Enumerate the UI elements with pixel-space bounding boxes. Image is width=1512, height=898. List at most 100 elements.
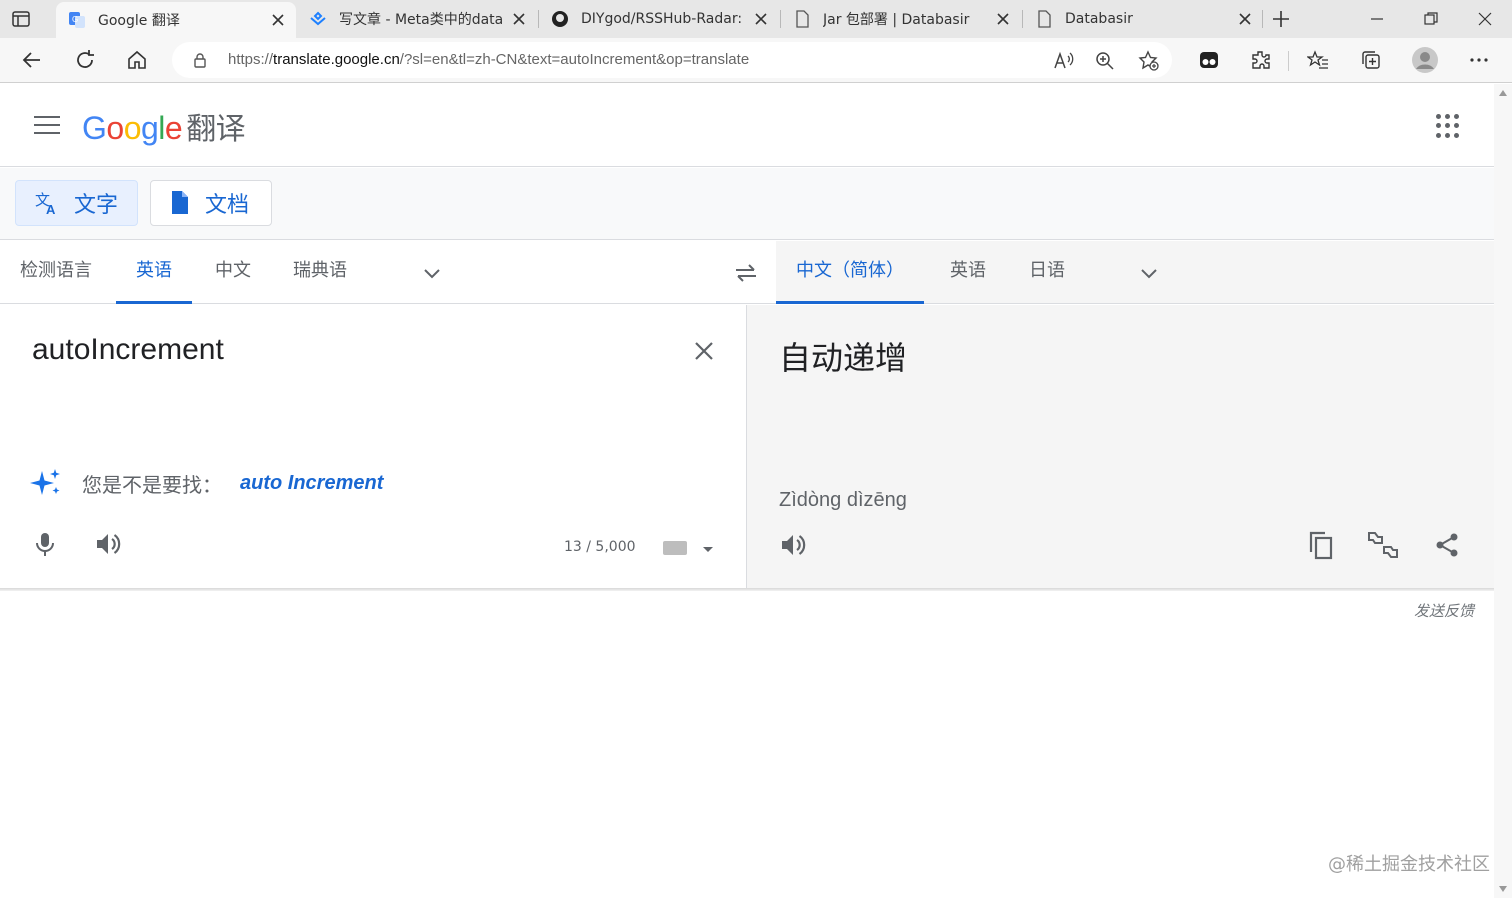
tab-databasir-jar[interactable]: Jar 包部署 | Databasir: [781, 0, 1021, 38]
swap-languages-icon[interactable]: [732, 259, 760, 287]
clear-source-icon[interactable]: [690, 337, 718, 365]
logo-letter: g: [140, 110, 159, 146]
suggestion-link[interactable]: auto Increment: [240, 472, 383, 495]
copy-translation-icon[interactable]: [1305, 529, 1337, 561]
extension-tampermonkey-icon[interactable]: [1198, 49, 1220, 71]
google-wordmark: Google: [82, 110, 183, 146]
address-bar[interactable]: https://translate.google.cn/?sl=en&tl=zh…: [172, 42, 1172, 78]
document-icon: [169, 190, 191, 216]
scroll-down-arrow-icon[interactable]: [1499, 886, 1507, 892]
juejin-favicon-icon: [309, 10, 327, 28]
translation-mode-bar: 文A 文字 文档: [0, 168, 1494, 240]
did-you-mean-prompt: 您是不是要找：: [82, 472, 222, 497]
keyboard-icon[interactable]: [663, 541, 687, 555]
google-translate-logo[interactable]: Google 翻译: [82, 104, 246, 148]
lock-icon[interactable]: [192, 52, 208, 68]
tab-github[interactable]: DIYgod/RSSHub-Radar: 🍰: [539, 0, 779, 38]
browser-tab-bar: G Google 翻译 写文章 - Meta类中的data DIYgod/RSS…: [0, 0, 1512, 38]
close-tab-icon[interactable]: [270, 12, 286, 28]
tab-databasir[interactable]: Databasir: [1023, 0, 1263, 38]
close-tab-icon[interactable]: [511, 11, 527, 27]
microphone-icon[interactable]: [30, 529, 60, 559]
page-favicon-icon: [1035, 10, 1053, 28]
did-you-mean: 您是不是要找： auto Increment: [30, 467, 383, 499]
watermark-text: @稀土掘金技术社区: [1328, 854, 1490, 875]
close-tab-icon[interactable]: [753, 11, 769, 27]
source-lang-chinese[interactable]: 中文: [195, 241, 271, 304]
source-panel: autoIncrement 您是不是要找： auto Increment 13 …: [0, 305, 745, 588]
target-lang-chinese-simplified[interactable]: 中文（简体）: [776, 241, 924, 304]
mode-document-button[interactable]: 文档: [150, 180, 272, 226]
target-lang-bar: 中文（简体） 英语 日语: [776, 241, 1494, 304]
rate-translation-icon[interactable]: [1367, 529, 1399, 561]
panel-shadow: [0, 588, 1494, 591]
url-path: /?sl=en&tl=zh-CN&text=autoIncrement&op=t…: [399, 51, 750, 68]
romanization-text: Zìdòng dìzēng: [779, 489, 907, 511]
extensions-icon[interactable]: [1250, 49, 1272, 71]
toolbar-divider: [1288, 51, 1289, 71]
language-bar: 检测语言 英语 中文 瑞典语 中文（简体） 英语 日语: [0, 241, 1494, 304]
tab-juejin[interactable]: 写文章 - Meta类中的data: [297, 0, 537, 38]
source-lang-swedish[interactable]: 瑞典语: [273, 241, 367, 304]
more-options-icon[interactable]: [1468, 49, 1490, 71]
close-tab-icon[interactable]: [995, 11, 1011, 27]
google-apps-icon[interactable]: [1436, 114, 1460, 138]
url-host: translate.google.cn: [273, 51, 400, 68]
add-favorite-icon[interactable]: [1138, 50, 1160, 72]
svg-text:A: A: [46, 202, 56, 216]
logo-letter: o: [123, 110, 142, 146]
collections-icon[interactable]: [1360, 49, 1382, 71]
url-text[interactable]: https://translate.google.cn/?sl=en&tl=zh…: [228, 51, 749, 68]
logo-letter: G: [82, 110, 107, 146]
page-scrollbar[interactable]: [1494, 84, 1512, 898]
minimize-icon[interactable]: [1368, 10, 1386, 28]
mode-text-button[interactable]: 文A 文字: [15, 180, 138, 226]
profile-avatar-icon[interactable]: [1412, 47, 1438, 73]
send-feedback-link[interactable]: 发送反馈: [1414, 600, 1474, 621]
favorites-icon[interactable]: [1307, 49, 1329, 71]
close-window-icon[interactable]: [1476, 10, 1494, 28]
source-lang-english[interactable]: 英语: [116, 241, 192, 304]
target-lang-japanese[interactable]: 日语: [1009, 241, 1085, 304]
back-icon[interactable]: [20, 48, 44, 72]
new-tab-icon[interactable]: [1270, 8, 1292, 30]
target-lang-english[interactable]: 英语: [930, 241, 1006, 304]
tab-label: Google 翻译: [98, 13, 180, 29]
mode-text-label: 文字: [74, 193, 119, 218]
translated-text: 自动递增: [779, 339, 908, 377]
svg-text:G: G: [72, 15, 78, 24]
refresh-icon[interactable]: [73, 48, 97, 72]
character-count: 13 / 5,000: [564, 539, 636, 555]
close-tab-icon[interactable]: [1237, 11, 1253, 27]
source-lang-detect[interactable]: 检测语言: [0, 241, 112, 304]
listen-source-speaker-icon[interactable]: [93, 529, 123, 559]
mode-document-label: 文档: [205, 193, 250, 218]
logo-letter: l: [158, 110, 165, 146]
page-favicon-icon: [793, 10, 811, 28]
share-translation-icon[interactable]: [1431, 529, 1463, 561]
listen-translation-speaker-icon[interactable]: [777, 529, 809, 561]
input-tools-dropdown-icon[interactable]: [703, 547, 713, 552]
restore-icon[interactable]: [1422, 10, 1440, 28]
google-translate-favicon-icon: G: [68, 11, 86, 29]
source-more-languages-chevron-icon[interactable]: [420, 261, 444, 285]
translate-page: Google 翻译 文A 文字 文档 检测语言 英语 中文 瑞典语 中文（简体）…: [0, 84, 1494, 898]
home-icon[interactable]: [125, 48, 149, 72]
logo-letter: o: [106, 110, 124, 146]
main-menu-icon[interactable]: [34, 116, 60, 136]
target-more-languages-chevron-icon[interactable]: [1137, 261, 1161, 285]
tab-label: Databasir: [1065, 11, 1133, 27]
read-aloud-icon[interactable]: [1052, 50, 1074, 72]
source-text-input[interactable]: autoIncrement: [32, 333, 224, 367]
scroll-up-arrow-icon[interactable]: [1499, 90, 1507, 96]
browser-toolbar: https://translate.google.cn/?sl=en&tl=zh…: [0, 38, 1512, 83]
tab-google-translate[interactable]: G Google 翻译: [56, 2, 296, 38]
tab-label: Jar 包部署 | Databasir: [823, 12, 970, 28]
url-scheme: https://: [228, 51, 274, 68]
target-panel: 自动递增 Zìdòng dìzēng: [746, 305, 1494, 588]
translate-icon: 文A: [34, 190, 60, 216]
logo-letter: e: [164, 110, 183, 146]
tab-actions-icon[interactable]: [10, 8, 32, 30]
zoom-icon[interactable]: [1094, 50, 1116, 72]
app-header: Google 翻译: [0, 84, 1494, 167]
